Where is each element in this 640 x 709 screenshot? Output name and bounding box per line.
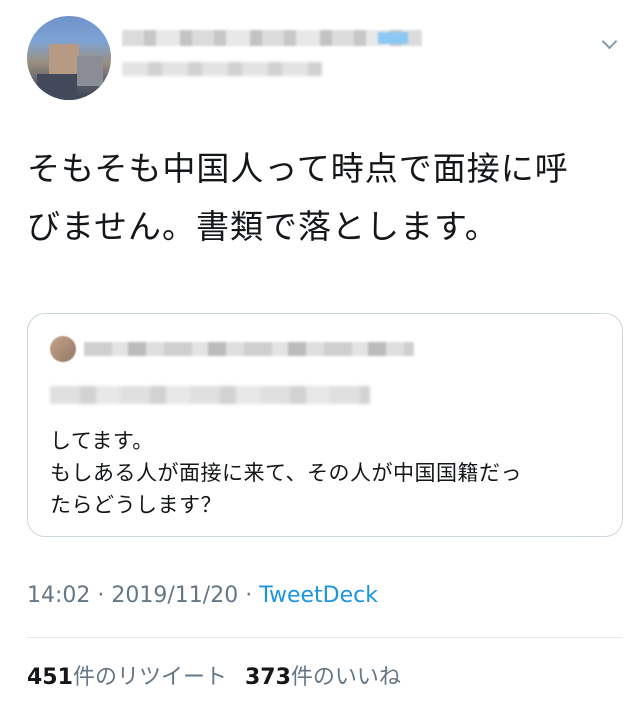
tweet-text-line: びません。書類で落とします。 (27, 207, 499, 246)
quoted-text-line: もしある人が面接に来て、その人が中国国籍だっ (50, 461, 522, 485)
quoted-tweet-card[interactable]: してます。 もしある人が面接に来て、その人が中国国籍だっ たらどうします？ (27, 313, 623, 537)
quoted-avatar (50, 336, 76, 362)
tweet-time[interactable]: 14:02 (27, 583, 90, 608)
quoted-display-name-redacted (84, 342, 414, 356)
tweet-source-link[interactable]: TweetDeck (259, 583, 378, 608)
retweets-label: 件のリツイート (72, 665, 227, 690)
tweet-text-line: そもそも中国人って時点で面接に呼 (27, 149, 569, 188)
tweet-date[interactable]: 2019/11/20 (111, 583, 238, 608)
tweet-stats: 451件のリツイート 373件のいいね (27, 659, 401, 691)
username-redacted[interactable] (122, 62, 322, 76)
likes-count: 373 (244, 665, 291, 690)
quoted-text-line: たらどうします？ (50, 493, 222, 517)
meta-separator: · (90, 583, 112, 608)
quoted-tweet-text: してます。 もしある人が面接に来て、その人が中国国籍だっ たらどうします？ (50, 425, 610, 521)
meta-separator: · (238, 583, 260, 608)
likes-label: 件のいいね (290, 665, 401, 690)
display-name-redacted[interactable] (122, 30, 422, 46)
chevron-down-icon[interactable] (601, 33, 618, 50)
retweets-count: 451 (27, 665, 73, 690)
quoted-text-redacted (50, 386, 370, 404)
likes-stat[interactable]: 373件のいいね (245, 665, 401, 690)
tweet-text: そもそも中国人って時点で面接に呼 びません。書類で落とします。 (27, 140, 623, 256)
avatar[interactable] (27, 16, 111, 100)
divider (27, 637, 623, 638)
retweets-stat[interactable]: 451件のリツイート (27, 665, 227, 690)
quoted-text-line: してます。 (50, 429, 154, 453)
tweet-meta: 14:02 · 2019/11/20 · TweetDeck (27, 583, 378, 608)
